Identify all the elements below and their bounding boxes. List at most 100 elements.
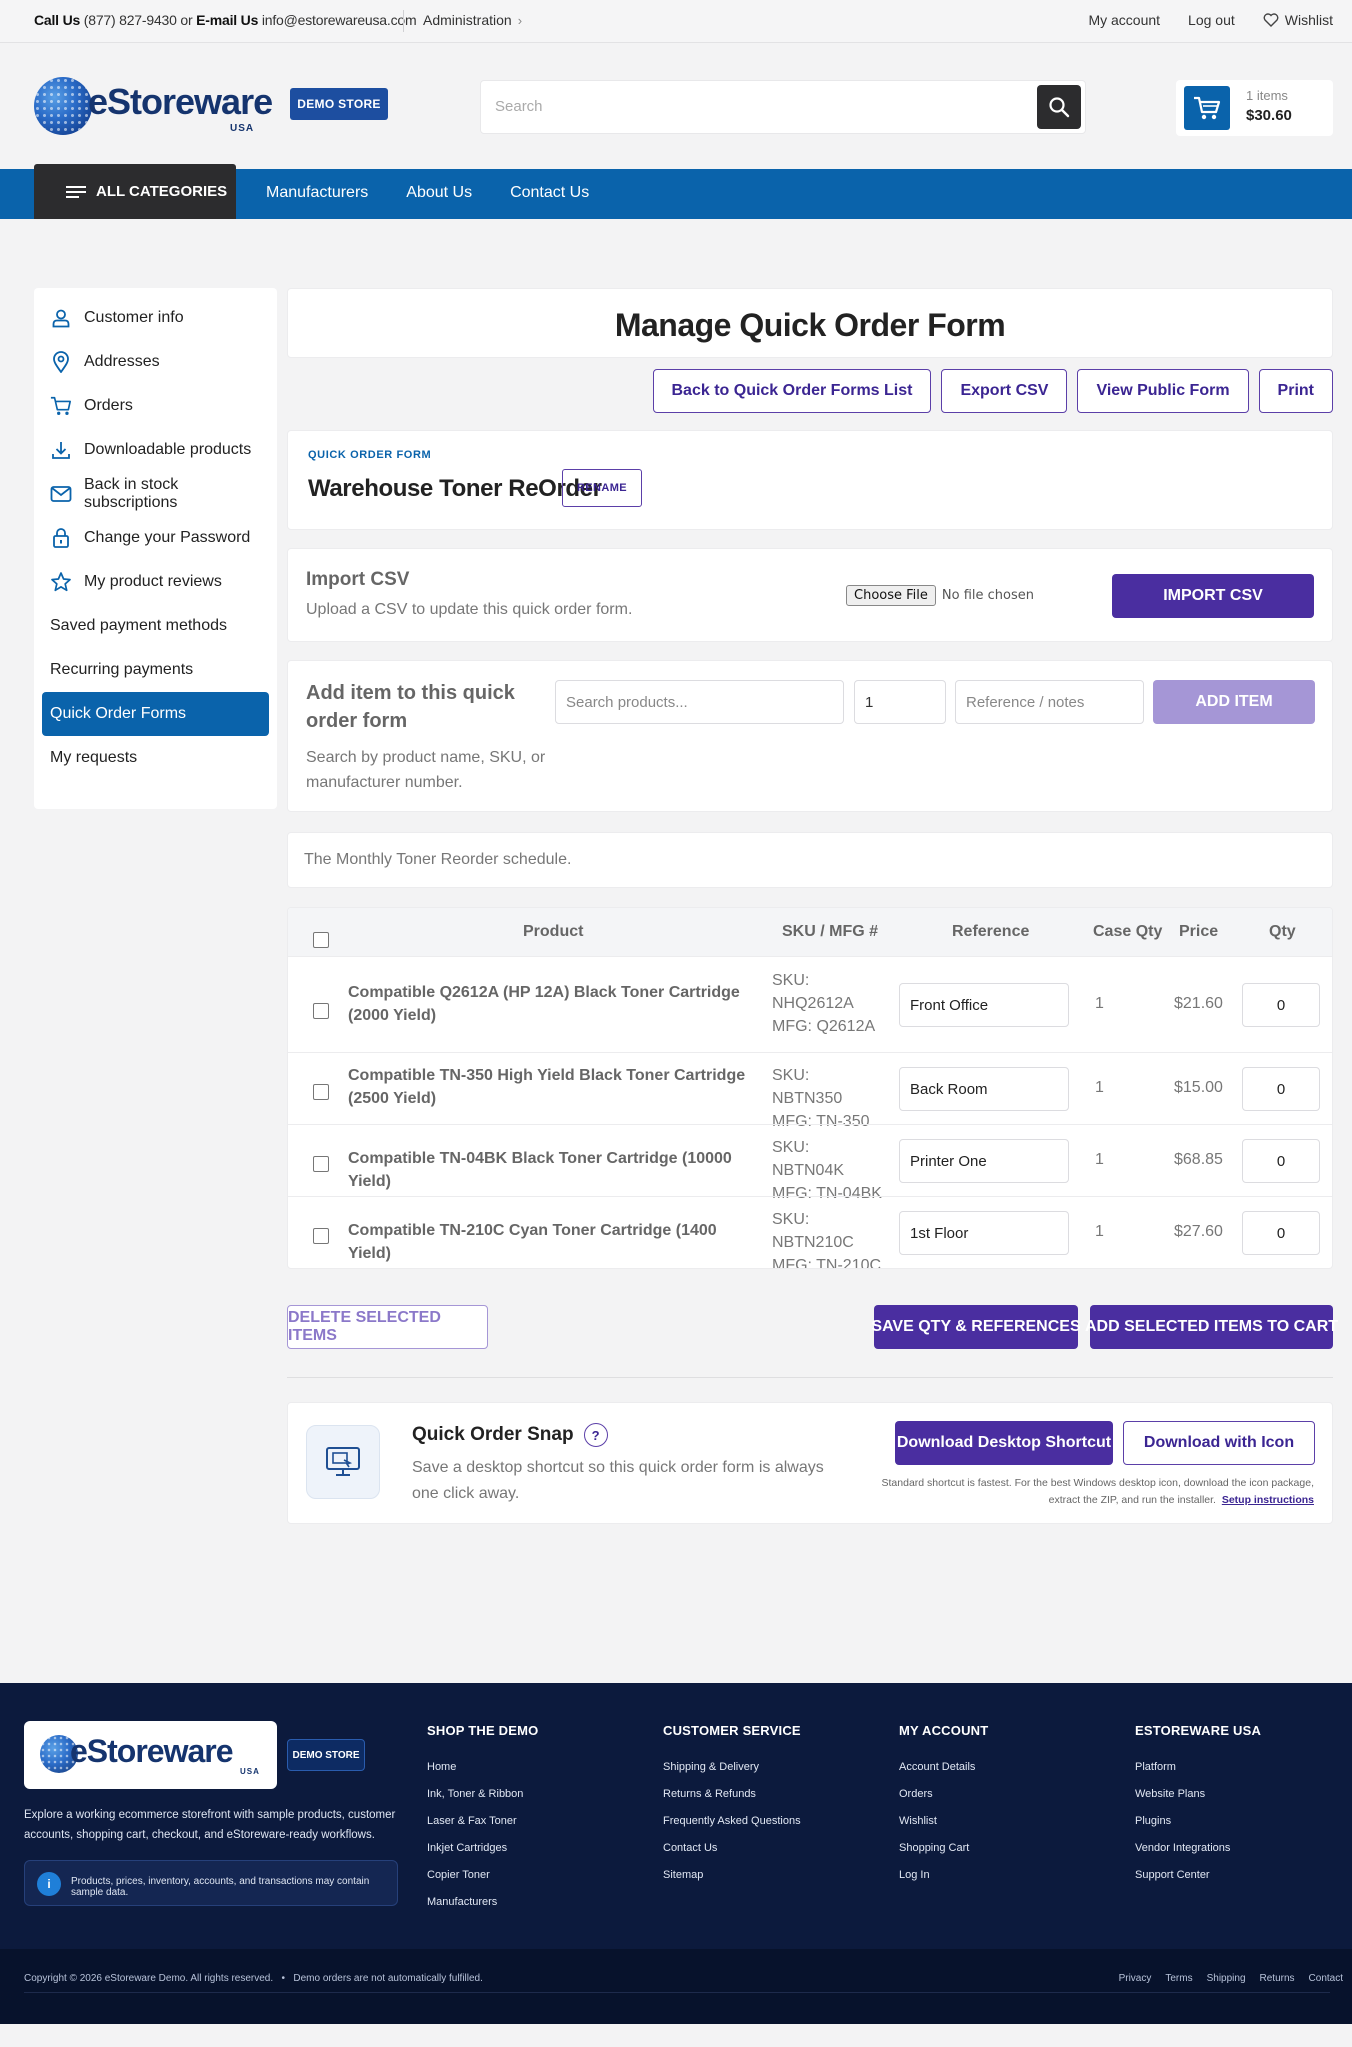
- row-checkbox[interactable]: [313, 1228, 329, 1244]
- footer-link[interactable]: Shopping Cart: [899, 1835, 988, 1862]
- info-icon: i: [37, 1872, 61, 1896]
- footer-heading: ESTOREWARE USA: [1135, 1723, 1262, 1738]
- wishlist-link[interactable]: Wishlist: [1263, 12, 1333, 28]
- qty-input[interactable]: 0: [1242, 1139, 1320, 1183]
- map-pin-icon: [50, 351, 72, 373]
- export-csv-button[interactable]: Export CSV: [941, 369, 1068, 413]
- view-public-form-button[interactable]: View Public Form: [1077, 369, 1249, 413]
- footer-link[interactable]: Account Details: [899, 1754, 988, 1781]
- help-icon[interactable]: ?: [583, 1423, 608, 1447]
- product-name[interactable]: Compatible TN-350 High Yield Black Toner…: [348, 1064, 748, 1110]
- terms-link[interactable]: Terms: [1165, 1973, 1192, 1984]
- product-name[interactable]: Compatible Q2612A (HP 12A) Black Toner C…: [348, 981, 748, 1027]
- sidebar-item-back-in-stock[interactable]: Back in stock subscriptions: [42, 472, 269, 516]
- product-name[interactable]: Compatible TN-04BK Black Toner Cartridge…: [348, 1147, 748, 1193]
- sidebar-item-saved-payment-methods[interactable]: Saved payment methods: [42, 604, 269, 648]
- row-checkbox[interactable]: [313, 1003, 329, 1019]
- sidebar-item-recurring-payments[interactable]: Recurring payments: [42, 648, 269, 692]
- footer-link[interactable]: Orders: [899, 1781, 988, 1808]
- shipping-link[interactable]: Shipping: [1207, 1973, 1246, 1984]
- footer-link[interactable]: Copier Toner: [427, 1862, 538, 1889]
- reference-notes-input[interactable]: Reference / notes: [955, 680, 1144, 724]
- rename-button[interactable]: RENAME: [562, 469, 642, 507]
- reference-input[interactable]: Printer One: [899, 1139, 1069, 1183]
- administration-link[interactable]: Administration ›: [423, 12, 522, 28]
- download-desktop-shortcut-button[interactable]: Download Desktop Shortcut: [895, 1421, 1113, 1465]
- row-checkbox[interactable]: [313, 1156, 329, 1172]
- reference-input[interactable]: 1st Floor: [899, 1211, 1069, 1255]
- back-to-list-button[interactable]: Back to Quick Order Forms List: [652, 369, 932, 413]
- sidebar-item-product-reviews[interactable]: My product reviews: [42, 560, 269, 604]
- footer-link[interactable]: Home: [427, 1754, 538, 1781]
- footer-link[interactable]: Contact Us: [663, 1835, 801, 1862]
- contact-link[interactable]: Contact: [1309, 1973, 1343, 1984]
- reference-input[interactable]: Back Room: [899, 1067, 1069, 1111]
- sidebar-item-customer-info[interactable]: Customer info: [42, 296, 269, 340]
- setup-instructions-link[interactable]: Setup instructions: [1222, 1494, 1314, 1506]
- footer-link[interactable]: Wishlist: [899, 1808, 988, 1835]
- quantity-input[interactable]: 1: [854, 680, 946, 724]
- reference-input[interactable]: Front Office: [899, 983, 1069, 1027]
- sidebar-item-label: Customer info: [84, 309, 184, 326]
- logout-link[interactable]: Log out: [1188, 12, 1235, 28]
- case-qty: 1: [1095, 995, 1104, 1012]
- col-sku: SKU / MFG #: [782, 923, 879, 940]
- qty-input[interactable]: 0: [1242, 1211, 1320, 1255]
- nav-link-contact-us[interactable]: Contact Us: [510, 184, 589, 202]
- phone-number[interactable]: (877) 827-9430: [84, 12, 177, 28]
- download-with-icon-button[interactable]: Download with Icon: [1123, 1421, 1315, 1465]
- footer-link[interactable]: Vendor Integrations: [1135, 1835, 1261, 1862]
- search-input[interactable]: Search: [495, 98, 543, 115]
- email-link[interactable]: info@estorewareusa.com: [262, 12, 417, 28]
- add-item-button[interactable]: ADD ITEM: [1153, 680, 1315, 724]
- price: $27.60: [1174, 1223, 1223, 1240]
- footer-link[interactable]: Returns & Refunds: [663, 1781, 801, 1808]
- returns-link[interactable]: Returns: [1260, 1973, 1295, 1984]
- envelope-icon: [50, 483, 72, 505]
- footer-link[interactable]: Website Plans: [1135, 1781, 1261, 1808]
- footer-link[interactable]: Shipping & Delivery: [663, 1754, 801, 1781]
- choose-file-button[interactable]: Choose File: [846, 585, 936, 606]
- file-input[interactable]: Choose File No file chosen: [846, 585, 1034, 606]
- footer-link[interactable]: Inkjet Cartridges: [427, 1835, 538, 1862]
- nav-link-about-us[interactable]: About Us: [406, 184, 472, 202]
- footer-link[interactable]: Log In: [899, 1862, 988, 1889]
- sidebar-item-my-requests[interactable]: My requests: [42, 736, 269, 780]
- site-logo[interactable]: eStoreware USA DEMO STORE: [34, 75, 388, 141]
- footer-link[interactable]: Frequently Asked Questions: [663, 1808, 801, 1835]
- row-checkbox[interactable]: [313, 1084, 329, 1100]
- select-all-checkbox[interactable]: [313, 932, 329, 948]
- my-account-link[interactable]: My account: [1088, 12, 1160, 28]
- import-csv-button[interactable]: IMPORT CSV: [1112, 574, 1314, 618]
- sidebar-item-downloadable-products[interactable]: Downloadable products: [42, 428, 269, 472]
- save-qty-references-button[interactable]: SAVE QTY & REFERENCES: [871, 1305, 1081, 1349]
- qty-input[interactable]: 0: [1242, 983, 1320, 1027]
- footer-link[interactable]: Support Center: [1135, 1862, 1261, 1889]
- footer-link[interactable]: Sitemap: [663, 1862, 801, 1889]
- footer-link[interactable]: Plugins: [1135, 1808, 1261, 1835]
- search-bar[interactable]: Search: [480, 80, 1086, 134]
- footer-link[interactable]: Ink, Toner & Ribbon: [427, 1781, 538, 1808]
- footer-heading: CUSTOMER SERVICE: [663, 1723, 801, 1738]
- account-sidebar: Customer info Addresses Orders Downloada…: [34, 288, 277, 809]
- sidebar-item-quick-order-forms[interactable]: Quick Order Forms: [42, 692, 269, 736]
- delete-selected-button[interactable]: DELETE SELECTED ITEMS: [287, 1305, 488, 1349]
- product-name[interactable]: Compatible TN-210C Cyan Toner Cartridge …: [348, 1219, 748, 1265]
- nav-link-manufacturers[interactable]: Manufacturers: [266, 184, 368, 202]
- footer-link[interactable]: Manufacturers: [427, 1889, 538, 1916]
- all-categories-button[interactable]: ALL CATEGORIES: [34, 164, 236, 219]
- page-title: Manage Quick Order Form: [614, 307, 1006, 343]
- footer-link[interactable]: Platform: [1135, 1754, 1261, 1781]
- product-search-input[interactable]: Search products...: [555, 680, 844, 724]
- sidebar-item-orders[interactable]: Orders: [42, 384, 269, 428]
- mini-cart[interactable]: 1 items $30.60: [1176, 80, 1333, 136]
- privacy-link[interactable]: Privacy: [1119, 1973, 1152, 1984]
- search-button[interactable]: [1037, 85, 1081, 129]
- footer-logo[interactable]: eStoreware USA: [24, 1721, 277, 1789]
- print-button[interactable]: Print: [1258, 369, 1333, 413]
- add-selected-to-cart-button[interactable]: ADD SELECTED ITEMS TO CART: [1085, 1305, 1338, 1349]
- footer-link[interactable]: Laser & Fax Toner: [427, 1808, 538, 1835]
- sidebar-item-addresses[interactable]: Addresses: [42, 340, 269, 384]
- sidebar-item-change-password[interactable]: Change your Password: [42, 516, 269, 560]
- qty-input[interactable]: 0: [1242, 1067, 1320, 1111]
